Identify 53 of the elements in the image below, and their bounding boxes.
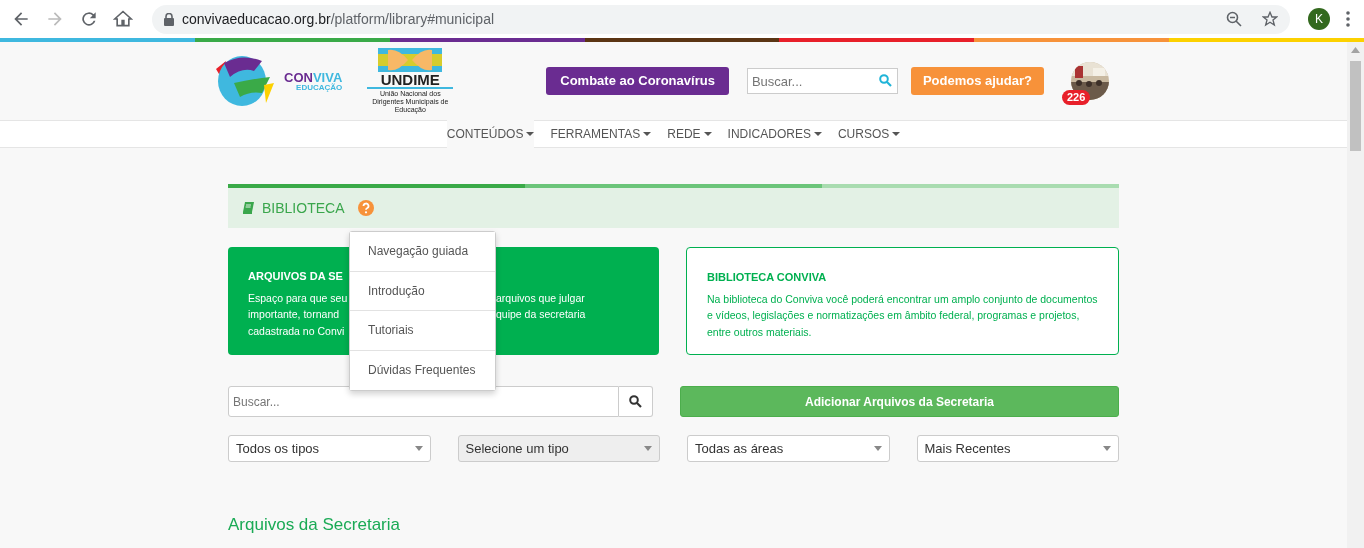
book-icon bbox=[242, 202, 254, 214]
partner-logo-text: UNDIME bbox=[380, 72, 440, 87]
dropdown-item[interactable]: Dúvidas Frequentes bbox=[350, 350, 495, 390]
search-field[interactable]: Buscar... bbox=[746, 68, 898, 94]
nav-menu-item[interactable]: CONTEÚDOS bbox=[446, 119, 535, 149]
card-text: importante, tornand bbox=[248, 308, 340, 320]
home-button[interactable] bbox=[112, 8, 134, 30]
card-text: arquivos que julgar bbox=[496, 290, 585, 306]
card-text: cadastrada no Convi bbox=[248, 324, 345, 337]
caret-icon bbox=[643, 132, 652, 136]
star-icon[interactable] bbox=[1262, 11, 1278, 27]
notification-badge: 226 bbox=[1061, 90, 1091, 105]
section-title: BIBLIOTECA bbox=[262, 198, 345, 218]
dropdown-item[interactable]: Navegação guiada bbox=[350, 232, 495, 272]
card-title: ARQUIVOS DA SE bbox=[248, 269, 344, 284]
search-field[interactable]: Buscar... bbox=[228, 386, 619, 417]
caret-icon bbox=[703, 132, 712, 136]
section-heading: Arquivos da Secretaria bbox=[228, 514, 401, 536]
dropdown-item[interactable]: Tutoriais bbox=[350, 311, 495, 351]
caret-icon bbox=[526, 132, 535, 136]
nav-menu-item[interactable]: CURSOS bbox=[837, 119, 901, 149]
dropdown-arrow-icon bbox=[1103, 446, 1111, 451]
url-text: convivaeducacao.org.br/platform/library#municipal bbox=[182, 9, 495, 29]
card-text: Espaço para que seu bbox=[248, 291, 348, 304]
dropdown-item[interactable]: Introdução bbox=[350, 271, 495, 311]
filter-dropdown[interactable]: Mais Recentes bbox=[916, 435, 1119, 462]
nav-menu-item[interactable]: REDE bbox=[667, 119, 712, 149]
bowtie-logo-drawing bbox=[378, 48, 443, 72]
nav-menu-item[interactable]: FERRAMENTAS bbox=[550, 119, 652, 149]
search-button[interactable] bbox=[619, 386, 653, 417]
filter-dropdown[interactable]: Todas as áreas bbox=[687, 435, 890, 462]
nav-menu-item[interactable]: INDICADORES bbox=[727, 119, 822, 149]
caret-icon bbox=[813, 132, 822, 136]
profile-avatar[interactable]: K bbox=[1308, 8, 1330, 30]
logo-text: CONVIVA bbox=[284, 70, 343, 84]
scrollbar-thumb[interactable] bbox=[1350, 61, 1361, 151]
card-title: BIBLIOTECA CONVIVA bbox=[707, 270, 828, 285]
menu-icon[interactable] bbox=[1346, 11, 1350, 27]
dropdown-arrow-icon bbox=[414, 446, 423, 451]
address-bar[interactable]: convivaeducacao.org.br/platform/library#municipal bbox=[152, 4, 1290, 34]
dropdown-arrow-icon bbox=[873, 446, 882, 451]
caret-icon bbox=[892, 132, 901, 136]
dropdown-arrow-icon bbox=[644, 446, 652, 451]
logo-subtitle: EDUCAÇÃO bbox=[296, 83, 343, 92]
lock-icon bbox=[164, 12, 174, 26]
card-text: quipe da secretaria bbox=[496, 307, 586, 322]
scrollbar[interactable] bbox=[1347, 42, 1364, 548]
zoom-out-icon[interactable] bbox=[1226, 11, 1242, 27]
search-icon bbox=[629, 395, 642, 408]
card-text: Na biblioteca do Conviva você poderá encontrar um amplo conjunto de documentos e vídeos, legislações e normatizações em âmbito federal, programas e projetos, entre outros materiais. bbox=[707, 291, 1098, 340]
campaign-button[interactable]: Combate ao Coronavírus bbox=[546, 67, 729, 95]
filter-dropdown[interactable]: Todos os tipos bbox=[228, 435, 431, 462]
filter-dropdown: Selecione um tipo bbox=[457, 435, 660, 462]
